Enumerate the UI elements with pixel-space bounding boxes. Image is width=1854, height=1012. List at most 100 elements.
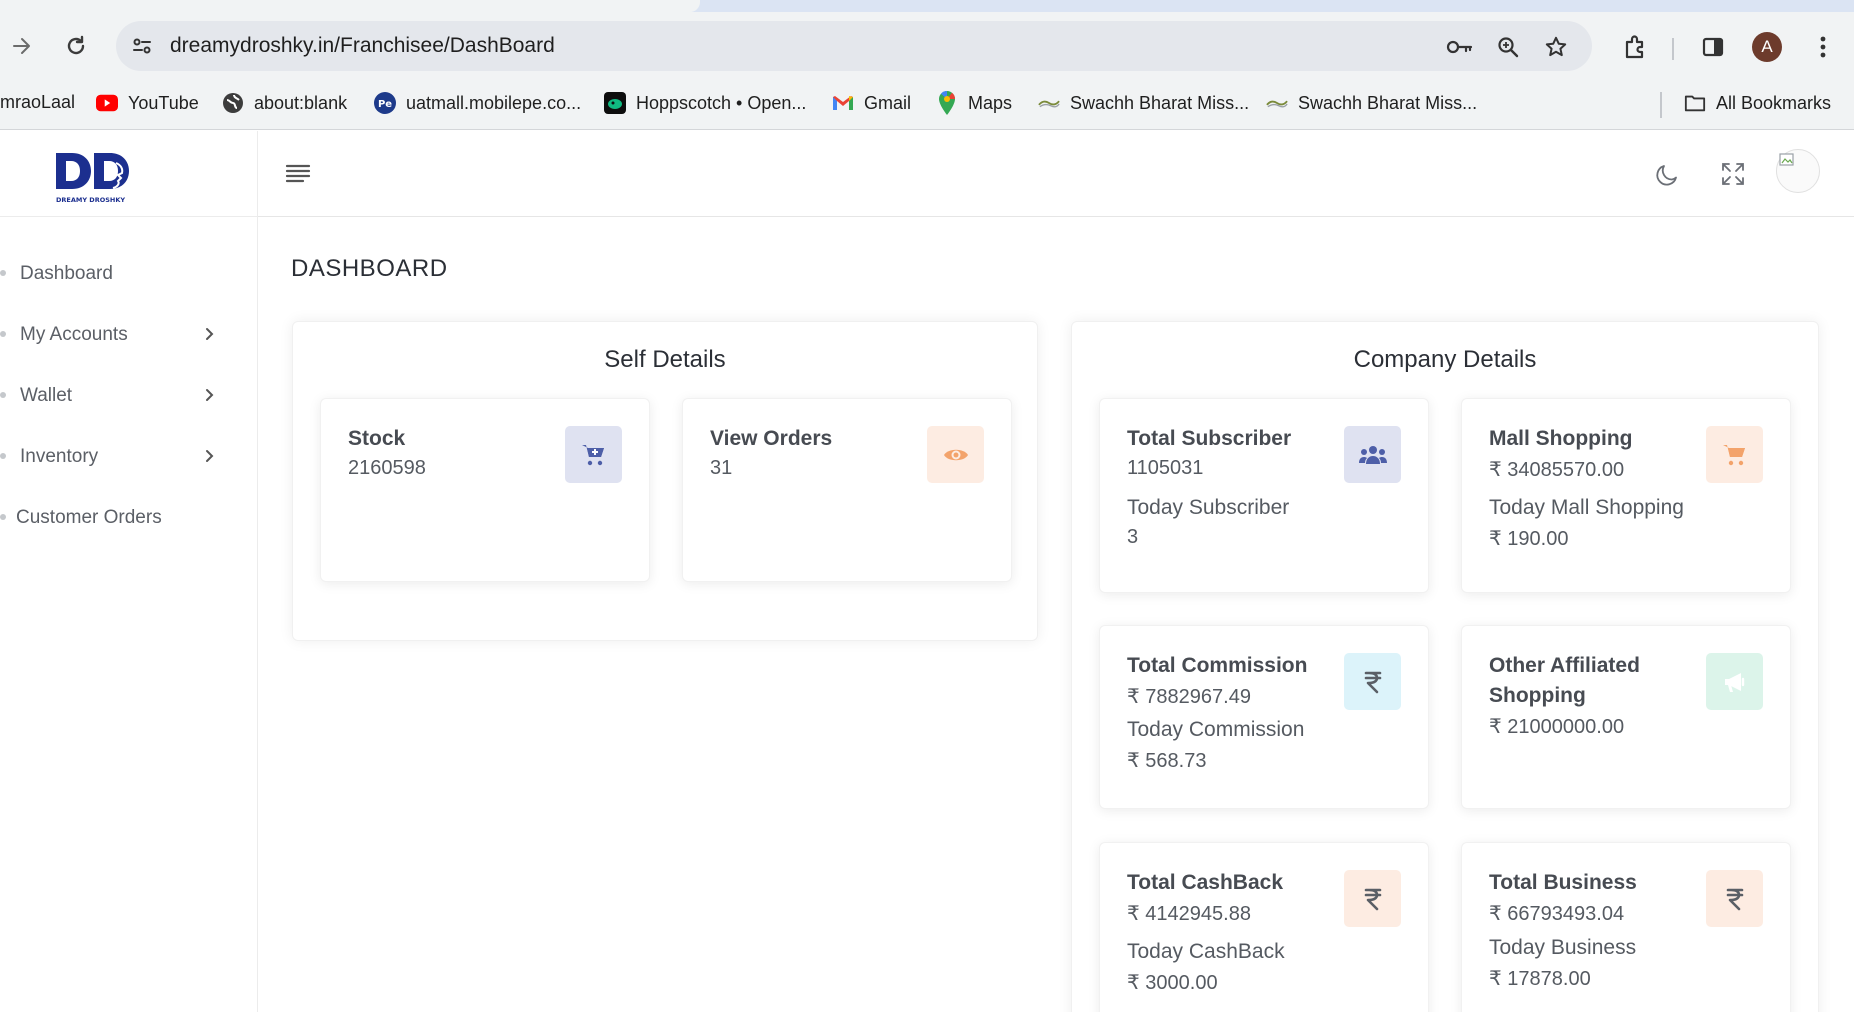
card-label: Other Affiliated: [1489, 654, 1640, 677]
card-sub-value: ₹ 190.00: [1489, 528, 1569, 550]
dreamy-droshky-logo[interactable]: DREAMY DROSHKY: [54, 149, 140, 205]
stock-card[interactable]: Stock 2160598: [320, 398, 650, 582]
sidebar-item-label: My Accounts: [20, 323, 128, 345]
cart-plus-icon: [565, 426, 622, 483]
gmail-icon: [832, 92, 854, 114]
address-bar[interactable]: dreamydroshky.in/Franchisee/DashBoard: [116, 21, 1592, 71]
card-value: ₹ 21000000.00: [1489, 716, 1625, 738]
bookmarks-bar: mraoLaal YouTube about:blank Pe uatmall.…: [0, 80, 1854, 130]
logo-area: DREAMY DROSHKY: [0, 131, 258, 217]
browser-toolbar: dreamydroshky.in/Franchisee/DashBoard A: [0, 12, 1854, 80]
sidebar-item-dashboard[interactable]: Dashboard: [0, 243, 258, 304]
bookmark-label: Swachh Bharat Miss...: [1298, 92, 1478, 113]
bookmarks-separator: [1660, 92, 1662, 118]
reload-icon[interactable]: [60, 30, 92, 62]
side-panel-icon[interactable]: [1698, 32, 1728, 62]
app-root: DREAMY DROSHKY Dashboard My Accounts Wal…: [0, 131, 1854, 1012]
more-menu-icon[interactable]: [1808, 32, 1838, 62]
bookmark-mraolaal[interactable]: mraoLaal: [0, 92, 75, 113]
card-sub-label: Today Mall Shopping: [1489, 496, 1684, 519]
sidebar-item-label: Wallet: [20, 384, 73, 406]
app-header: [258, 131, 1854, 217]
card-sub-label: Today Business: [1489, 936, 1637, 959]
user-avatar[interactable]: [1776, 149, 1820, 193]
bookmark-uatmall[interactable]: Pe uatmall.mobilepe.co...: [374, 92, 581, 114]
card-label: Total Subscriber: [1127, 427, 1292, 450]
total-business-card[interactable]: Total Business ₹ 66793493.04 Today Busin…: [1461, 842, 1791, 1012]
panel-title: Company Details: [1353, 346, 1537, 373]
panel-title: Self Details: [604, 346, 726, 373]
bookmark-youtube[interactable]: YouTube: [96, 92, 199, 114]
sidebar-item-label: Customer Orders: [16, 506, 162, 528]
bullet-icon: [0, 270, 6, 276]
self-details-panel: Self Details Stock 2160598 View Orders 3…: [292, 321, 1038, 641]
users-icon: [1344, 426, 1401, 483]
card-label: Total Commission: [1127, 654, 1308, 677]
active-tab[interactable]: [0, 0, 700, 12]
url-text[interactable]: dreamydroshky.in/Franchisee/DashBoard: [170, 34, 555, 58]
card-value: 2160598: [348, 457, 426, 479]
chevron-right-icon: [200, 446, 220, 466]
card-sub-label: Today Subscriber: [1127, 496, 1290, 519]
zoom-icon[interactable]: [1494, 33, 1522, 61]
bullet-icon: [0, 453, 6, 459]
all-bookmarks-button[interactable]: All Bookmarks: [1684, 92, 1831, 114]
cart-icon: [1706, 426, 1763, 483]
maps-icon: [936, 91, 958, 115]
other-affiliated-shopping-card[interactable]: Other Affiliated Shopping ₹ 21000000.00: [1461, 625, 1791, 809]
card-sub-value: ₹ 17878.00: [1489, 968, 1591, 990]
svg-text:Pe: Pe: [378, 99, 392, 110]
hamburger-menu-icon[interactable]: [284, 161, 312, 187]
bookmark-star-icon[interactable]: [1542, 33, 1570, 61]
site-info-icon[interactable]: [126, 30, 158, 62]
card-label: View Orders: [710, 427, 833, 450]
main-content: DASHBOARD Self Details Stock 2160598 Vie…: [258, 217, 1854, 1012]
bookmark-label: about:blank: [254, 92, 348, 113]
bookmark-maps[interactable]: Maps: [936, 91, 1013, 115]
view-orders-card[interactable]: View Orders 31: [682, 398, 1012, 582]
bullet-icon: [0, 392, 6, 398]
total-cashback-card[interactable]: Total CashBack ₹ 4142945.88 Today CashBa…: [1099, 842, 1429, 1012]
card-value: ₹ 66793493.04: [1489, 903, 1625, 925]
card-sub-value: ₹ 3000.00: [1127, 972, 1218, 994]
sidebar-item-my-accounts[interactable]: My Accounts: [0, 304, 258, 365]
swachh-bharat-icon: [1266, 92, 1288, 114]
company-details-panel: Company Details Total Subscriber 1105031…: [1071, 321, 1819, 1012]
dark-mode-moon-icon[interactable]: [1652, 159, 1682, 189]
sidebar-item-customer-orders[interactable]: Customer Orders: [0, 487, 258, 548]
bookmark-label: Maps: [968, 92, 1013, 113]
broken-image-icon: [1779, 153, 1794, 166]
extensions-icon[interactable]: [1620, 32, 1650, 62]
card-label: Mall Shopping: [1489, 427, 1633, 450]
sidebar-menu: Dashboard My Accounts Wallet Inventory C…: [0, 243, 258, 548]
card-value: 1105031: [1127, 457, 1204, 479]
bookmark-swachh-bharat-1[interactable]: Swachh Bharat Miss...: [1038, 92, 1249, 114]
card-label: Total CashBack: [1127, 871, 1283, 894]
total-subscriber-card[interactable]: Total Subscriber 1105031 Today Subscribe…: [1099, 398, 1429, 593]
fullscreen-icon[interactable]: [1718, 159, 1748, 189]
bookmark-about-blank[interactable]: about:blank: [222, 92, 347, 114]
megaphone-icon: [1706, 653, 1763, 710]
forward-icon[interactable]: [6, 30, 38, 62]
chevron-right-icon: [200, 324, 220, 344]
hoppscotch-icon: [604, 92, 626, 114]
bookmark-gmail[interactable]: Gmail: [832, 92, 911, 114]
total-commission-card[interactable]: Total Commission ₹ 7882967.49 Today Comm…: [1099, 625, 1429, 809]
card-value: ₹ 34085570.00: [1489, 459, 1625, 481]
sidebar-item-wallet[interactable]: Wallet: [0, 365, 258, 426]
profile-avatar[interactable]: A: [1752, 32, 1782, 62]
password-key-icon[interactable]: [1446, 33, 1474, 61]
page-title: DASHBOARD: [291, 255, 448, 282]
tab-strip: [0, 0, 1854, 12]
toolbar-separator: [1672, 38, 1674, 60]
bookmark-label: Swachh Bharat Miss...: [1070, 92, 1250, 113]
sidebar-item-inventory[interactable]: Inventory: [0, 426, 258, 487]
bookmark-hoppscotch[interactable]: Hoppscotch • Open...: [604, 92, 806, 114]
mall-shopping-card[interactable]: Mall Shopping ₹ 34085570.00 Today Mall S…: [1461, 398, 1791, 593]
card-value: 31: [710, 457, 733, 479]
bookmark-swachh-bharat-2[interactable]: Swachh Bharat Miss...: [1266, 92, 1477, 114]
sidebar-item-label: Inventory: [20, 445, 99, 467]
bookmark-label: mraoLaal: [0, 92, 76, 112]
card-value: ₹ 4142945.88: [1127, 903, 1251, 925]
bookmark-label: Hoppscotch • Open...: [636, 92, 807, 113]
